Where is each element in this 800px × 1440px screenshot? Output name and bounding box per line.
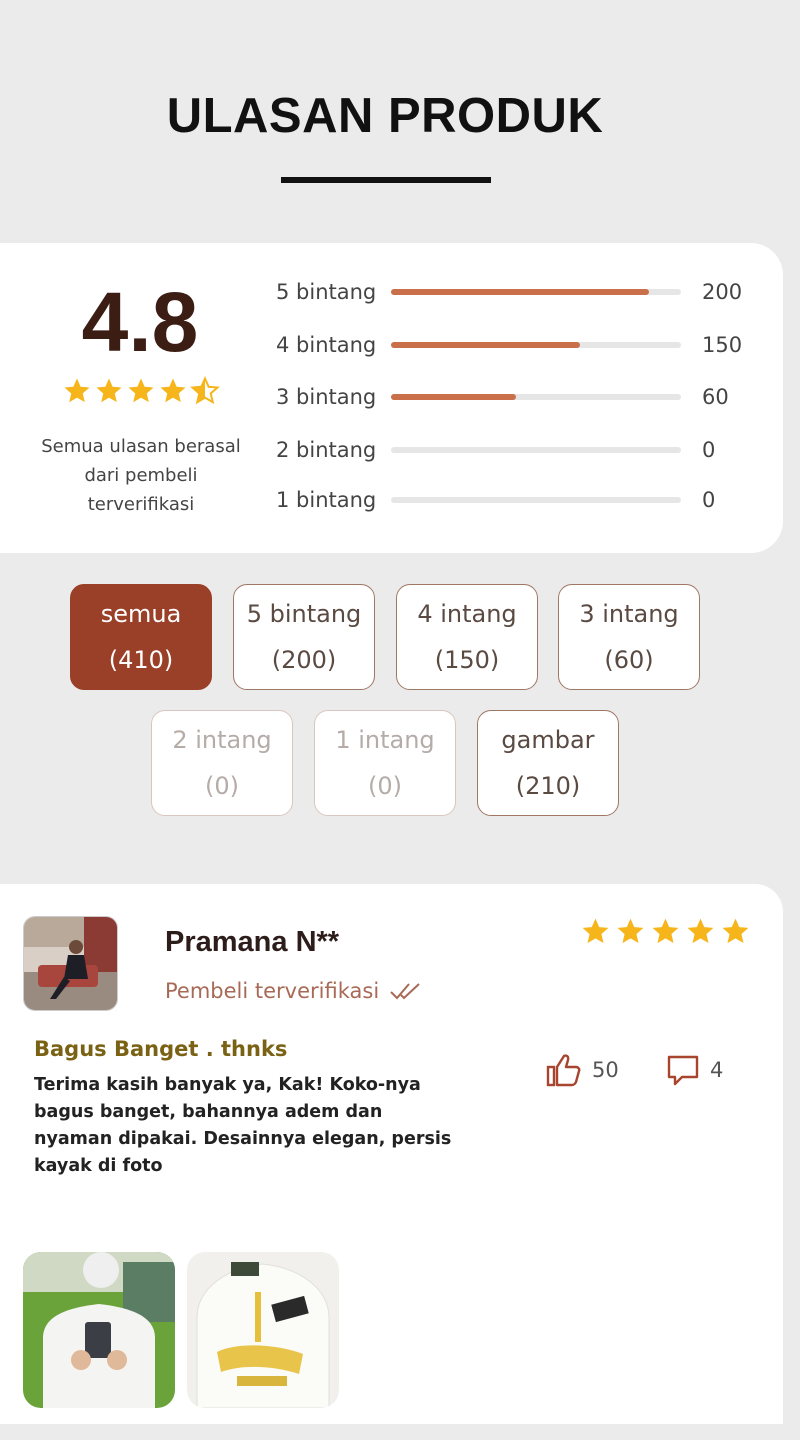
review-photo[interactable]: [23, 1252, 175, 1408]
rating-bar-fill: [391, 342, 580, 348]
avatar[interactable]: [23, 916, 118, 1011]
chip-count: (410): [108, 646, 174, 674]
star-icon: [652, 918, 679, 944]
average-rating: 4.8: [81, 275, 199, 369]
chip-label: 5 bintang: [246, 600, 362, 628]
comment-count: 4: [710, 1058, 724, 1082]
rating-row-count: 0: [702, 438, 716, 462]
star-icon: [64, 378, 90, 403]
chip-count: (150): [434, 646, 500, 674]
rating-bar-track: [391, 394, 681, 400]
rating-row-count: 200: [702, 280, 743, 304]
chip-label: 4 intang: [417, 600, 517, 628]
comment-button[interactable]: 4: [666, 1053, 723, 1087]
review-body: Terima kasih banyak ya, Kak! Koko-nya ba…: [34, 1075, 452, 1176]
star-icon: [617, 918, 644, 944]
summary-note: Semua ulasan berasal dari pembeli terver…: [41, 436, 241, 515]
review-stars: [580, 916, 751, 947]
title-underline: [281, 177, 491, 183]
review-photo[interactable]: [187, 1252, 339, 1408]
page-title: ULASAN PRODUK: [166, 89, 604, 143]
half-star-icon: [190, 376, 220, 405]
rating-row-label: 1 bintang: [276, 488, 377, 512]
filter-chip-all[interactable]: semua (410): [70, 584, 212, 690]
rating-bar-fill: [391, 394, 516, 400]
star-icon: [722, 918, 749, 944]
double-check-icon: [390, 983, 420, 1000]
like-button[interactable]: 50: [546, 1053, 619, 1087]
avatar-photo: [24, 917, 117, 1010]
chip-count: (0): [205, 772, 239, 800]
rating-bar-track: [391, 497, 681, 503]
rating-bar-track: [391, 447, 681, 453]
rating-row-count: 150: [702, 333, 743, 357]
rating-row-label: 5 bintang: [276, 280, 377, 304]
chip-label: semua: [100, 600, 182, 628]
review-photo-image: [23, 1252, 175, 1408]
rating-row-5[interactable]: 5 bintang 200: [276, 277, 776, 307]
verified-badge: Pembeli terverifikasi: [165, 979, 423, 1003]
review-title: Bagus Banget . thnks: [34, 1037, 288, 1061]
rating-bar-track: [391, 342, 681, 348]
rating-row-3[interactable]: 3 bintang 60: [276, 382, 776, 412]
star-icon: [687, 918, 714, 944]
chip-label: 1 intang: [335, 726, 435, 754]
verified-label: Pembeli terverifikasi: [165, 979, 380, 1003]
star-icon: [160, 378, 186, 403]
rating-bar-fill: [391, 289, 650, 295]
rating-row-1[interactable]: 1 bintang 0: [276, 485, 776, 515]
chip-count: (210): [515, 772, 581, 800]
filter-chip-with-photo[interactable]: gambar (210): [477, 710, 619, 816]
filter-chip-2-star[interactable]: 2 intang (0): [151, 710, 293, 816]
star-icon: [128, 378, 154, 403]
rating-row-label: 2 bintang: [276, 438, 377, 462]
rating-row-count: 0: [702, 488, 716, 512]
review-photo-image: [187, 1252, 339, 1408]
rating-row-count: 60: [702, 385, 729, 409]
filter-chip-1-star[interactable]: 1 intang (0): [314, 710, 456, 816]
rating-row-4[interactable]: 4 bintang 150: [276, 330, 776, 360]
thumbs-up-icon: [546, 1054, 581, 1087]
chip-count: (200): [271, 646, 337, 674]
star-icon: [582, 918, 609, 944]
chip-label: 2 intang: [172, 726, 272, 754]
filter-chip-5-star[interactable]: 5 bintang (200): [233, 584, 375, 690]
like-count: 50: [592, 1058, 619, 1082]
rating-row-2[interactable]: 2 bintang 0: [276, 435, 776, 465]
rating-row-label: 3 bintang: [276, 385, 377, 409]
chip-label: 3 intang: [579, 600, 679, 628]
reviewer-name: Pramana N**: [165, 926, 340, 958]
rating-bar-track: [391, 289, 681, 295]
rating-row-label: 4 bintang: [276, 333, 377, 357]
filter-chip-3-star[interactable]: 3 intang (60): [558, 584, 700, 690]
filter-chip-4-star[interactable]: 4 intang (150): [396, 584, 538, 690]
comment-icon: [667, 1055, 699, 1086]
average-stars: [62, 376, 222, 412]
chip-count: (60): [604, 646, 654, 674]
chip-count: (0): [368, 772, 402, 800]
star-icon: [96, 378, 122, 403]
chip-label: gambar: [501, 726, 595, 754]
